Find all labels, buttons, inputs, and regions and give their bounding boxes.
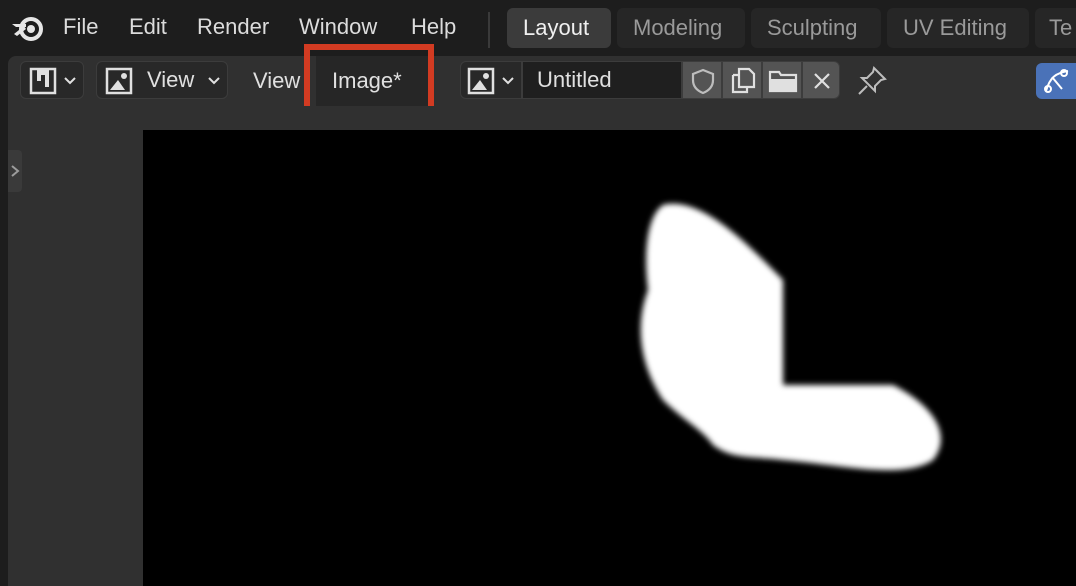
chevron-down-icon [64,77,76,85]
fake-user-button[interactable] [682,61,722,99]
chevron-down-icon [208,77,220,85]
tab-layout[interactable]: Layout [507,8,611,48]
toolbar-expand-handle[interactable] [8,150,22,192]
paint-editor-icon [29,67,57,95]
menu-edit[interactable]: Edit [129,14,167,40]
view-mode-dropdown[interactable]: View [96,61,228,99]
chevron-right-icon [11,165,20,177]
tab-texture-paint[interactable]: Te [1035,8,1076,48]
menu-file[interactable]: File [63,14,98,40]
tab-uv-editing[interactable]: UV Editing [887,8,1029,48]
tab-modeling[interactable]: Modeling [617,8,745,48]
shield-icon [691,68,715,95]
folder-icon [768,70,798,93]
image-icon [105,67,133,95]
editor-header: View View Image* Untitled [8,56,1076,106]
image-canvas[interactable] [143,130,1076,586]
pin-icon[interactable] [856,65,888,97]
tab-sculpting[interactable]: Sculpting [751,8,881,48]
painted-mask-shape [640,203,941,471]
blender-logo-icon[interactable] [10,12,46,44]
close-icon [814,73,830,89]
menu-render[interactable]: Render [197,14,269,40]
menu-window[interactable]: Window [299,14,377,40]
image-name-field[interactable]: Untitled [522,61,682,99]
open-image-button[interactable] [762,61,802,99]
duplicate-icon [731,67,756,94]
image-editor-area [8,106,1076,586]
unlink-image-button[interactable] [802,61,840,99]
new-image-button[interactable] [722,61,762,99]
browse-image-button[interactable] [460,61,522,99]
image-icon [467,67,495,95]
image-name: Untitled [537,67,612,92]
gizmo-toggle-button[interactable] [1036,63,1076,99]
chevron-down-icon [502,77,514,85]
view-mode-label: View [147,67,195,92]
menu-help[interactable]: Help [411,14,456,40]
menu-separator [488,12,490,48]
view-menu[interactable]: View [253,68,300,94]
editor-type-button[interactable] [20,61,84,99]
image-menu[interactable]: Image* [332,68,402,94]
gizmo-icon [1044,69,1069,93]
top-menu-bar: File Edit Render Window Help Layout Mode… [0,0,1076,56]
